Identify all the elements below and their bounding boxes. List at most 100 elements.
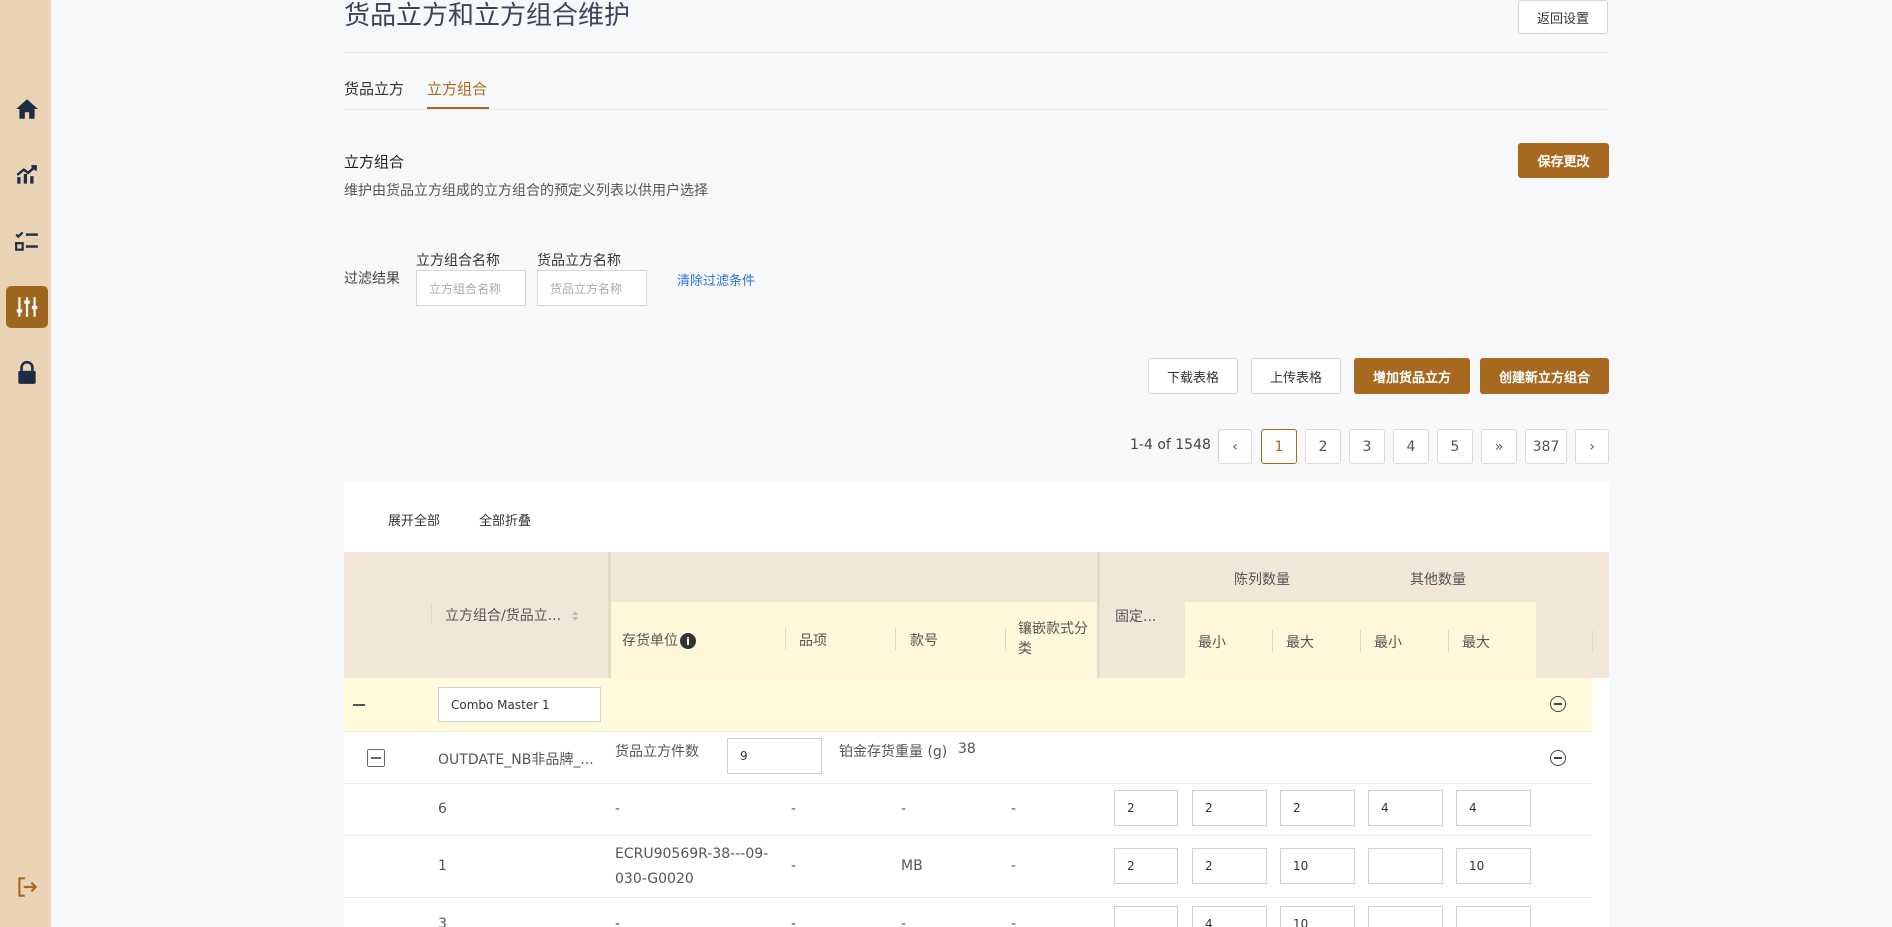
row-sku-line2: 030-G0020: [615, 871, 694, 887]
combo-name-filter-input[interactable]: 立方组合名称: [416, 270, 526, 306]
sidebar-item-settings[interactable]: [6, 286, 48, 328]
row-category: -: [1011, 858, 1017, 874]
other-min-input[interactable]: [1368, 848, 1443, 884]
jump-pages-button[interactable]: »: [1481, 429, 1517, 464]
combo-name-input[interactable]: Combo Master 1: [438, 687, 601, 722]
fixed-input[interactable]: 2: [1114, 848, 1178, 884]
save-changes-button[interactable]: 保存更改: [1518, 143, 1609, 178]
row-id: 3: [438, 916, 447, 927]
header-divider: [344, 52, 1609, 53]
back-to-settings-button[interactable]: 返回设置: [1518, 0, 1608, 34]
remove-combo-icon[interactable]: [1550, 696, 1566, 712]
header-divider: [431, 603, 432, 625]
platinum-weight-label: 铂金存货重量 (g): [839, 744, 948, 760]
header-divider: [1272, 630, 1273, 652]
display-max-input[interactable]: 2: [1280, 790, 1355, 826]
header-other-min: 最小: [1374, 635, 1402, 651]
info-icon[interactable]: i: [680, 633, 696, 649]
next-page-button[interactable]: ›: [1575, 429, 1609, 464]
header-item: 品项: [799, 633, 827, 649]
last-page-button[interactable]: 387: [1525, 429, 1567, 464]
other-max-input[interactable]: [1456, 906, 1531, 927]
checklist-icon: [15, 231, 38, 251]
download-table-button[interactable]: 下载表格: [1148, 358, 1238, 394]
combo-table-card: 展开全部 全部折叠 立方组合/货品立... 存货单位 i 品项 款号 镶嵌款式分类…: [344, 482, 1609, 927]
row-item: -: [791, 858, 797, 874]
header-display-qty: 陈列数量: [1234, 572, 1290, 588]
collapse-all-button[interactable]: 全部折叠: [479, 510, 531, 529]
header-column-separator: [1097, 552, 1100, 678]
platinum-weight-value: 38: [958, 741, 976, 757]
page-button-1[interactable]: 1: [1261, 429, 1297, 464]
clear-filters-link[interactable]: 清除过滤条件: [677, 270, 755, 289]
row-divider: [344, 835, 1592, 836]
section-description: 维护由货品立方组成的立方组合的预定义列表以供用户选择: [344, 183, 708, 199]
tab-cubes[interactable]: 货品立方: [344, 78, 404, 99]
row-item: -: [791, 916, 797, 927]
upload-table-button[interactable]: 上传表格: [1251, 358, 1341, 394]
sliders-icon: [16, 297, 38, 317]
cube-name-filter-input[interactable]: 货品立方名称: [537, 270, 647, 306]
collapse-cube-icon[interactable]: [367, 749, 385, 767]
page-button-5[interactable]: 5: [1437, 429, 1473, 464]
collapse-combo-icon[interactable]: [353, 704, 365, 706]
display-min-input[interactable]: 2: [1192, 790, 1267, 826]
chart-icon: [16, 165, 37, 184]
row-item: -: [791, 801, 797, 817]
sidebar: [0, 0, 51, 927]
add-cube-button[interactable]: 增加货品立方: [1354, 358, 1470, 394]
header-style-no: 款号: [910, 633, 938, 649]
display-max-input[interactable]: 10: [1280, 906, 1355, 927]
row-category: -: [1011, 801, 1017, 817]
header-divider: [1448, 630, 1449, 652]
row-divider: [344, 731, 1592, 732]
row-sku: -: [615, 801, 621, 817]
prev-page-button[interactable]: ‹: [1218, 429, 1252, 464]
header-combo-cube[interactable]: 立方组合/货品立...: [445, 605, 578, 625]
header-divider: [1592, 630, 1593, 652]
header-divider: [785, 628, 786, 650]
row-divider: [344, 783, 1592, 784]
row-id: 1: [438, 858, 447, 874]
sidebar-item-analytics[interactable]: [6, 154, 48, 196]
cube-name-label: 货品立方名称: [537, 253, 621, 269]
tab-cube-combos[interactable]: 立方组合: [427, 78, 487, 99]
fixed-input[interactable]: [1114, 906, 1178, 927]
header-divider: [895, 628, 896, 650]
logout-icon: [18, 877, 38, 897]
header-display-max: 最大: [1286, 635, 1314, 651]
row-category: -: [1011, 916, 1017, 927]
display-min-input[interactable]: 2: [1192, 848, 1267, 884]
cube-count-input[interactable]: 9: [727, 738, 822, 774]
display-max-input[interactable]: 10: [1280, 848, 1355, 884]
remove-cube-icon[interactable]: [1550, 750, 1566, 766]
logout-button[interactable]: [6, 866, 48, 908]
sidebar-item-security[interactable]: [6, 352, 48, 394]
section-title: 立方组合: [344, 153, 405, 171]
home-icon: [16, 99, 38, 119]
page-button-3[interactable]: 3: [1349, 429, 1385, 464]
create-combo-button[interactable]: 创建新立方组合: [1480, 358, 1609, 394]
other-min-input[interactable]: [1368, 906, 1443, 927]
sidebar-item-home[interactable]: [6, 88, 48, 130]
header-sku: 存货单位 i: [622, 630, 696, 650]
other-max-input[interactable]: 4: [1456, 790, 1531, 826]
other-min-input[interactable]: 4: [1368, 790, 1443, 826]
sort-icon[interactable]: [571, 611, 578, 621]
cube-count-label: 货品立方件数: [615, 744, 699, 760]
fixed-input[interactable]: 2: [1114, 790, 1178, 826]
page-button-4[interactable]: 4: [1393, 429, 1429, 464]
header-display-min: 最小: [1198, 635, 1226, 651]
expand-all-button[interactable]: 展开全部: [388, 510, 440, 529]
row-style: -: [901, 801, 907, 817]
combo-name-label: 立方组合名称: [416, 253, 500, 269]
header-fixed: 固定...: [1115, 609, 1157, 625]
header-divider: [1360, 630, 1361, 652]
cube-name: OUTDATE_NB非品牌_...: [438, 752, 594, 768]
main-content: 货品立方和立方组合维护 返回设置 货品立方 立方组合 立方组合 维护由货品立方组…: [51, 0, 1892, 927]
header-other-max: 最大: [1462, 635, 1490, 651]
sidebar-item-tasks[interactable]: [6, 220, 48, 262]
other-max-input[interactable]: 10: [1456, 848, 1531, 884]
page-button-2[interactable]: 2: [1305, 429, 1341, 464]
display-min-input[interactable]: 4: [1192, 906, 1267, 927]
